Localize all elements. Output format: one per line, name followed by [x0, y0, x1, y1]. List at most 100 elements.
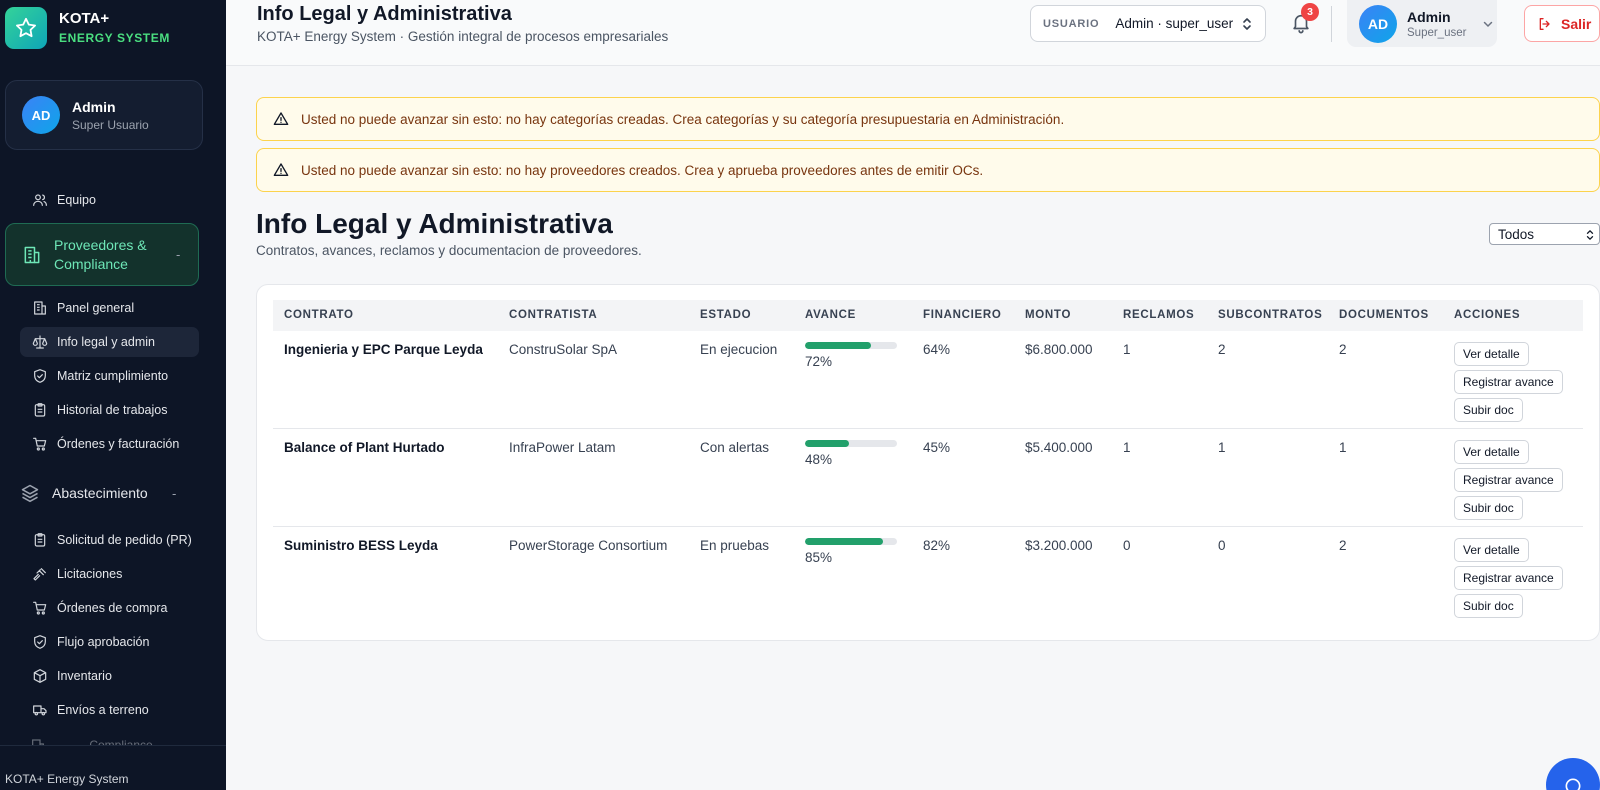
collapse-toggle[interactable]: -	[172, 486, 176, 501]
sidebar-item-panel-general[interactable]: Panel general	[20, 293, 199, 323]
user-select[interactable]: USUARIO Admin · super_user	[1030, 5, 1266, 42]
progress-fill	[805, 342, 872, 349]
sidebar-item-label: Órdenes y facturación	[57, 437, 180, 451]
register-progress-button[interactable]: Registrar avance	[1454, 566, 1563, 590]
chevron-updown-icon	[1243, 17, 1251, 30]
sidebar-item-inventario[interactable]: Inventario	[20, 661, 199, 691]
sidebar-item-info-legal[interactable]: Info legal y admin	[20, 327, 199, 357]
sidebar-item-label: Envíos a terreno	[57, 703, 149, 717]
sidebar-item-envios-terreno[interactable]: Envíos a terreno	[20, 695, 199, 725]
user-menu[interactable]: AD Admin Super_user	[1347, 0, 1497, 47]
subcontracts-count: 0	[1218, 538, 1226, 553]
building-icon	[34, 301, 46, 315]
sidebar-user-card[interactable]: AD Admin Super Usuario	[5, 80, 203, 150]
claims-count: 1	[1123, 440, 1131, 455]
top-header: Info Legal y Administrativa KOTA+ Energy…	[226, 0, 1600, 66]
cart-icon	[33, 437, 47, 451]
register-progress-button[interactable]: Registrar avance	[1454, 370, 1563, 394]
chat-icon	[1565, 778, 1581, 790]
chevron-updown-icon	[1586, 230, 1594, 240]
logout-button[interactable]: Salir	[1524, 5, 1600, 42]
amount: $3.200.000	[1025, 538, 1093, 553]
status-filter-select[interactable]: Todos	[1489, 223, 1600, 245]
sidebar-user-name: Admin	[72, 98, 116, 115]
user-role: Super_user	[1407, 26, 1467, 39]
column-header: ACCIONES	[1454, 309, 1521, 321]
view-detail-button[interactable]: Ver detalle	[1454, 538, 1529, 562]
sidebar-item-ordenes-facturacion[interactable]: Órdenes y facturación	[20, 429, 199, 459]
clipboard-icon	[34, 403, 46, 417]
sidebar-item-ordenes-compra[interactable]: Órdenes de compra	[20, 593, 199, 623]
sidebar-item-historial-trabajos[interactable]: Historial de trabajos	[20, 395, 199, 425]
subcontracts-count: 1	[1218, 440, 1226, 455]
progress-fill	[805, 538, 884, 545]
progress-percent: 85%	[805, 550, 833, 565]
sidebar-item-label: Órdenes de compra	[57, 601, 168, 615]
register-progress-button[interactable]: Registrar avance	[1454, 468, 1563, 492]
chat-button[interactable]	[1546, 758, 1600, 790]
page-title: Info Legal y Administrativa	[256, 208, 613, 239]
brand[interactable]: KOTA+ ENERGY SYSTEM	[5, 7, 170, 49]
subcontracts-count: 2	[1218, 342, 1226, 357]
sidebar-item-label: Matriz cumplimiento	[57, 369, 169, 383]
sidebar-group-abastecimiento[interactable]: Abastecimiento -	[20, 479, 199, 507]
avatar: AD	[22, 96, 60, 134]
sidebar-item-equipo[interactable]: Equipo	[20, 185, 199, 215]
gavel-icon	[33, 568, 46, 581]
documents-count: 2	[1339, 342, 1347, 357]
upload-doc-button[interactable]: Subir doc	[1454, 594, 1523, 618]
header-divider	[1331, 6, 1332, 42]
contracts-table-card: CONTRATO CONTRATISTA ESTADO AVANCE FINAN…	[256, 284, 1600, 641]
user-select-label: USUARIO	[1043, 17, 1100, 30]
contract-name: Ingenieria y EPC Parque Leyda	[284, 342, 483, 357]
view-detail-button[interactable]: Ver detalle	[1454, 440, 1529, 464]
upload-doc-button[interactable]: Subir doc	[1454, 496, 1523, 520]
status-text: Con alertas	[700, 440, 770, 455]
progress-fill	[805, 440, 850, 447]
sidebar-group-label: Proveedores & Compliance	[54, 236, 147, 272]
scale-icon	[32, 335, 48, 349]
contract-name: Suministro BESS Leyda	[284, 538, 438, 553]
box-icon	[33, 669, 47, 683]
table-header: CONTRATO CONTRATISTA ESTADO AVANCE FINAN…	[273, 300, 1583, 331]
table-row: Balance of Plant Hurtado InfraPower Lata…	[273, 429, 1583, 527]
sidebar-item-label: Solicitud de pedido (PR)	[57, 533, 192, 547]
alert-text: Usted no puede avanzar sin esto: no hay …	[301, 111, 1065, 127]
documents-count: 2	[1339, 538, 1347, 553]
header-title: Info Legal y Administrativa	[257, 3, 512, 25]
column-header: CONTRATISTA	[509, 309, 598, 321]
upload-doc-button[interactable]: Subir doc	[1454, 398, 1523, 422]
sidebar-item-matriz-cumplimiento[interactable]: Matriz cumplimiento	[20, 361, 199, 391]
column-header: AVANCE	[805, 309, 857, 321]
progress-bar	[805, 342, 897, 349]
column-header: DOCUMENTOS	[1339, 309, 1429, 321]
table-row: Suministro BESS Leyda PowerStorage Conso…	[273, 527, 1583, 625]
truck-icon	[33, 705, 47, 716]
view-detail-button[interactable]: Ver detalle	[1454, 342, 1529, 366]
star-logo-icon	[5, 7, 47, 49]
avatar: AD	[1359, 4, 1397, 43]
sidebar-item-label: Historial de trabajos	[57, 403, 168, 417]
sidebar-item-label: Licitaciones	[57, 567, 123, 581]
sidebar-item-label: Equipo	[57, 193, 96, 207]
table-row: Ingenieria y EPC Parque Leyda ConstruSol…	[273, 331, 1583, 429]
progress-percent: 72%	[805, 354, 833, 369]
notification-badge: 3	[1301, 3, 1319, 21]
column-header: MONTO	[1025, 309, 1072, 321]
column-header: CONTRATO	[284, 309, 354, 321]
sidebar-item-label: Info legal y admin	[57, 335, 155, 349]
sidebar-item-licitaciones[interactable]: Licitaciones	[20, 559, 199, 589]
layers-icon	[21, 484, 39, 503]
sidebar-footer: KOTA+ Energy System	[0, 745, 226, 790]
sidebar-item-solicitud-pedido[interactable]: Solicitud de pedido (PR)	[20, 525, 199, 555]
filter-value: Todos	[1498, 226, 1535, 242]
contract-name: Balance of Plant Hurtado	[284, 440, 445, 455]
warning-icon	[273, 112, 289, 125]
collapse-toggle[interactable]: -	[176, 247, 180, 262]
contractor-name: InfraPower Latam	[509, 440, 616, 455]
sidebar-group-proveedores-compliance[interactable]: Proveedores & Compliance -	[5, 223, 199, 286]
column-header: SUBCONTRATOS	[1218, 309, 1323, 321]
contractor-name: ConstruSolar SpA	[509, 342, 618, 357]
column-header: ESTADO	[700, 309, 752, 321]
sidebar-item-flujo-aprobacion[interactable]: Flujo aprobación	[20, 627, 199, 657]
